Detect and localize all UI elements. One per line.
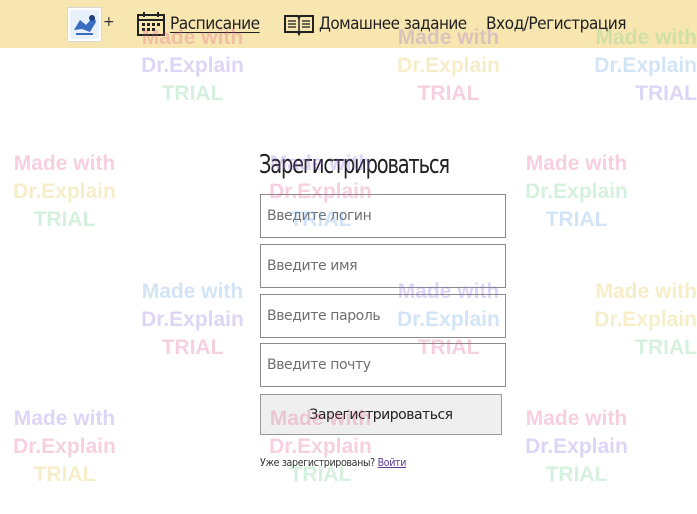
- watermark-line: TRIAL: [545, 208, 608, 231]
- plus-sign: +: [103, 14, 115, 30]
- calendar-icon: [136, 11, 166, 37]
- watermark-line: Made with: [141, 280, 244, 303]
- nav-homework-link[interactable]: Домашнее задание: [283, 8, 484, 40]
- watermark-line: Dr.Explain: [141, 308, 244, 331]
- watermark-line: TRIAL: [33, 463, 96, 486]
- nav-login-label: Вход/Регистрация: [486, 14, 627, 34]
- register-title: Зарегистрироваться: [259, 150, 450, 180]
- email-input[interactable]: [260, 343, 506, 387]
- watermark-line: TRIAL: [545, 463, 608, 486]
- watermark-line: TRIAL: [635, 336, 697, 359]
- trial-watermark: Made with Dr.Explain TRIAL: [2, 150, 127, 234]
- nav-schedule-label: Расписание: [170, 14, 260, 34]
- open-book-icon: [283, 12, 315, 36]
- login-input[interactable]: [260, 194, 506, 238]
- trial-watermark: Made with Dr.Explain TRIAL: [514, 405, 639, 489]
- nav-homework-label: Домашнее задание: [319, 14, 467, 34]
- watermark-line: TRIAL: [161, 336, 224, 359]
- watermark-line: Dr.Explain: [141, 54, 244, 77]
- watermark-line: Dr.Explain: [594, 54, 697, 77]
- watermark-line: TRIAL: [417, 82, 480, 105]
- watermark-line: Made with: [595, 280, 697, 303]
- name-input[interactable]: [260, 244, 506, 288]
- trial-watermark: Made with Dr.Explain TRIAL: [572, 278, 697, 362]
- watermark-line: TRIAL: [161, 82, 224, 105]
- watermark-line: Dr.Explain: [397, 54, 500, 77]
- nav-schedule-link[interactable]: Расписание: [136, 8, 269, 40]
- watermark-line: Made with: [525, 407, 628, 430]
- trial-watermark: Made with Dr.Explain TRIAL: [514, 150, 639, 234]
- password-input[interactable]: [260, 294, 506, 338]
- logo-icon: [70, 10, 99, 39]
- watermark-line: Made with: [13, 407, 116, 430]
- register-button[interactable]: Зарегистрироваться: [260, 394, 502, 435]
- site-logo[interactable]: [67, 7, 102, 42]
- watermark-line: TRIAL: [33, 208, 96, 231]
- trial-watermark: Made with Dr.Explain TRIAL: [2, 405, 127, 489]
- already-registered-row: Уже зарегистрированы? Войти: [260, 456, 406, 469]
- watermark-line: Made with: [525, 152, 628, 175]
- already-registered-text: Уже зарегистрированы?: [260, 456, 375, 469]
- top-navbar: + Расписание Домашнее задание Вход/Регис…: [0, 0, 697, 48]
- trial-watermark: Made with Dr.Explain TRIAL: [130, 278, 255, 362]
- nav-login-register-link[interactable]: Вход/Регистрация: [486, 8, 640, 40]
- watermark-line: Dr.Explain: [525, 180, 628, 203]
- watermark-line: TRIAL: [635, 82, 697, 105]
- watermark-line: Made with: [13, 152, 116, 175]
- login-link[interactable]: Войти: [378, 456, 407, 469]
- watermark-line: Dr.Explain: [13, 180, 116, 203]
- watermark-line: Dr.Explain: [525, 435, 628, 458]
- watermark-line: Dr.Explain: [594, 308, 697, 331]
- watermark-line: Dr.Explain: [13, 435, 116, 458]
